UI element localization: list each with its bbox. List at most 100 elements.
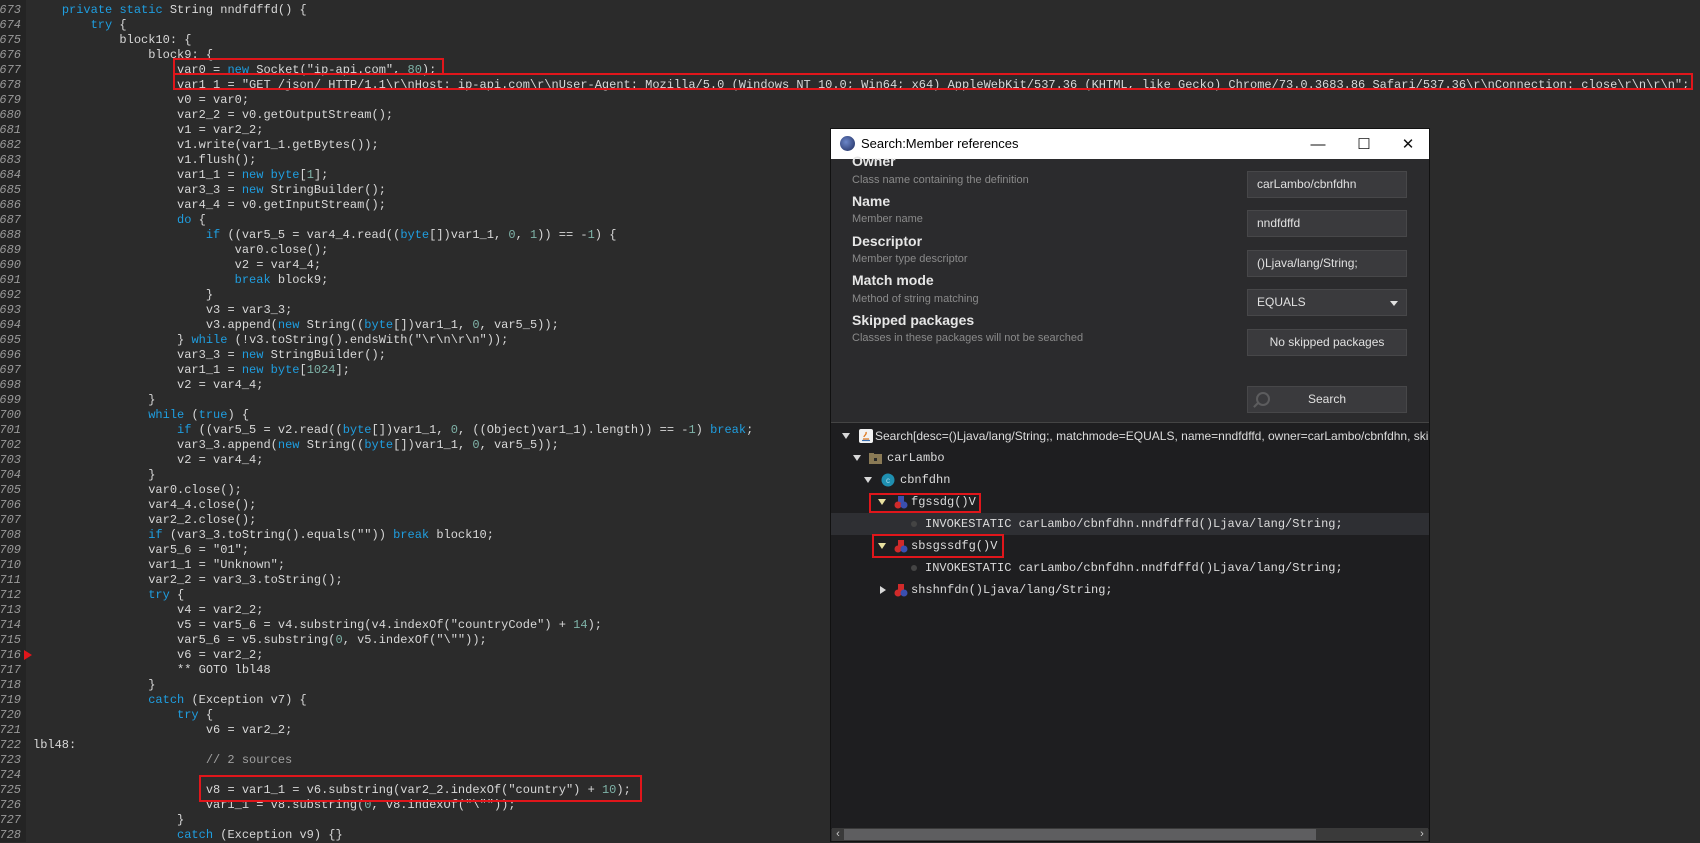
descriptor-input[interactable]: ()Ljava/lang/String;	[1247, 250, 1407, 277]
line-number[interactable]: 719	[0, 693, 21, 708]
line-number[interactable]: 691	[0, 273, 21, 288]
code-line: var3_3 = new StringBuilder();	[177, 348, 386, 362]
line-number[interactable]: 696	[0, 348, 21, 363]
line-number[interactable]: 720	[0, 708, 21, 723]
line-number[interactable]: 681	[0, 123, 21, 138]
line-number[interactable]: 718	[0, 678, 21, 693]
search-button[interactable]: Search	[1247, 386, 1407, 413]
line-number[interactable]: 717	[0, 663, 21, 678]
close-button[interactable]: ✕	[1385, 129, 1431, 159]
scroll-left-icon[interactable]: ‹	[833, 828, 843, 841]
reference-label: INVOKESTATIC carLambo/cbnfdhn.nndfdffd()…	[925, 561, 1343, 575]
dialog-titlebar[interactable]: Search:Member references — ☐ ✕	[831, 129, 1429, 159]
line-number[interactable]: 713	[0, 603, 21, 618]
expand-arrow-icon[interactable]	[880, 586, 886, 594]
code-line: catch (Exception v9) {}	[177, 828, 343, 842]
line-number-gutter[interactable]: 673 674 675 676 677 678 679 680 681 682 683 684 685 6…	[0, 0, 26, 842]
owner-label: Owner	[852, 153, 896, 169]
tree-root-label: Search[desc=()Ljava/lang/String;, matchm…	[875, 429, 1429, 443]
name-input[interactable]: nndfdffd	[1247, 210, 1407, 237]
line-number[interactable]: 694	[0, 318, 21, 333]
code-line: var5_6 = "01";	[148, 543, 250, 557]
app-logo-icon	[840, 136, 855, 151]
expand-arrow-icon[interactable]	[842, 433, 850, 439]
method-label: shshnfdn()Ljava/lang/String;	[911, 583, 1113, 597]
line-number[interactable]: 724	[0, 768, 21, 783]
line-number[interactable]: 677	[0, 63, 21, 78]
line-number[interactable]: 702	[0, 438, 21, 453]
tree-node-search-root[interactable]: Search[desc=()Ljava/lang/String;, matchm…	[831, 425, 1429, 447]
line-number[interactable]: 725	[0, 783, 21, 798]
line-number[interactable]: 707	[0, 513, 21, 528]
line-number[interactable]: 708	[0, 528, 21, 543]
line-number[interactable]: 675	[0, 33, 21, 48]
line-number[interactable]: 704	[0, 468, 21, 483]
line-number[interactable]: 686	[0, 198, 21, 213]
line-number[interactable]: 723	[0, 753, 21, 768]
line-number[interactable]: 712	[0, 588, 21, 603]
code-line: v3.append(new String((byte[])var1_1, 0, …	[205, 318, 559, 332]
code-line: var3_3 = new StringBuilder();	[177, 183, 386, 197]
tree-node-package[interactable]: carLambo	[831, 447, 1429, 469]
expand-arrow-icon[interactable]	[853, 455, 861, 461]
class-icon: c	[881, 473, 895, 487]
code-line: catch (Exception v7) {	[148, 693, 307, 707]
line-number[interactable]: 727	[0, 813, 21, 828]
expand-arrow-icon[interactable]	[864, 477, 872, 483]
line-number[interactable]: 692	[0, 288, 21, 303]
line-number[interactable]: 722	[0, 738, 21, 753]
line-number[interactable]: 728	[0, 828, 21, 842]
line-number[interactable]: 703	[0, 453, 21, 468]
line-number[interactable]: 706	[0, 498, 21, 513]
match-mode-select[interactable]: EQUALS	[1247, 289, 1407, 316]
highlight-http-request-line	[173, 73, 1693, 90]
tree-node-method-shshnfdn[interactable]: shshnfdn()Ljava/lang/String;	[831, 579, 1429, 601]
line-number[interactable]: 674	[0, 18, 21, 33]
line-number[interactable]: 685	[0, 183, 21, 198]
line-number[interactable]: 683	[0, 153, 21, 168]
line-number[interactable]: 673	[0, 3, 21, 18]
tree-node-reference[interactable]: INVOKESTATIC carLambo/cbnfdhn.nndfdffd()…	[831, 513, 1429, 535]
line-number[interactable]: 687	[0, 213, 21, 228]
tree-node-reference[interactable]: INVOKESTATIC carLambo/cbnfdhn.nndfdffd()…	[831, 557, 1429, 579]
line-number[interactable]: 701	[0, 423, 21, 438]
bullet-icon	[911, 521, 917, 527]
line-number[interactable]: 676	[0, 48, 21, 63]
line-number[interactable]: 721	[0, 723, 21, 738]
maximize-button[interactable]: ☐	[1341, 129, 1387, 159]
owner-input[interactable]: carLambo/cbnfdhn	[1247, 171, 1407, 198]
line-number[interactable]: 684	[0, 168, 21, 183]
line-number[interactable]: 700	[0, 408, 21, 423]
code-line: while (true) {	[148, 408, 250, 422]
line-number[interactable]: 695	[0, 333, 21, 348]
minimize-button[interactable]: —	[1295, 129, 1341, 159]
line-number[interactable]: 697	[0, 363, 21, 378]
line-number[interactable]: 698	[0, 378, 21, 393]
horizontal-scrollbar[interactable]: ‹ ›	[832, 828, 1428, 841]
line-number[interactable]: 711	[0, 573, 21, 588]
breakpoint-marker-icon[interactable]	[24, 650, 32, 660]
line-number[interactable]: 690	[0, 258, 21, 273]
line-number[interactable]: 716	[0, 648, 21, 663]
scrollbar-thumb[interactable]	[844, 829, 1316, 840]
line-number[interactable]: 699	[0, 393, 21, 408]
scroll-right-icon[interactable]: ›	[1417, 828, 1427, 841]
line-number[interactable]: 710	[0, 558, 21, 573]
code-line: }	[177, 813, 185, 827]
line-number[interactable]: 714	[0, 618, 21, 633]
line-number[interactable]: 689	[0, 243, 21, 258]
line-number[interactable]: 680	[0, 108, 21, 123]
results-tree[interactable]: Search[desc=()Ljava/lang/String;, matchm…	[831, 422, 1429, 829]
line-number[interactable]: 688	[0, 228, 21, 243]
match-mode-value: EQUALS	[1257, 295, 1306, 309]
tree-node-class[interactable]: c cbnfdhn	[831, 469, 1429, 491]
line-number[interactable]: 705	[0, 483, 21, 498]
line-number[interactable]: 709	[0, 543, 21, 558]
line-number[interactable]: 682	[0, 138, 21, 153]
line-number[interactable]: 679	[0, 93, 21, 108]
line-number[interactable]: 693	[0, 303, 21, 318]
line-number[interactable]: 678	[0, 78, 21, 93]
skipped-packages-button[interactable]: No skipped packages	[1247, 329, 1407, 356]
line-number[interactable]: 715	[0, 633, 21, 648]
line-number[interactable]: 726	[0, 798, 21, 813]
